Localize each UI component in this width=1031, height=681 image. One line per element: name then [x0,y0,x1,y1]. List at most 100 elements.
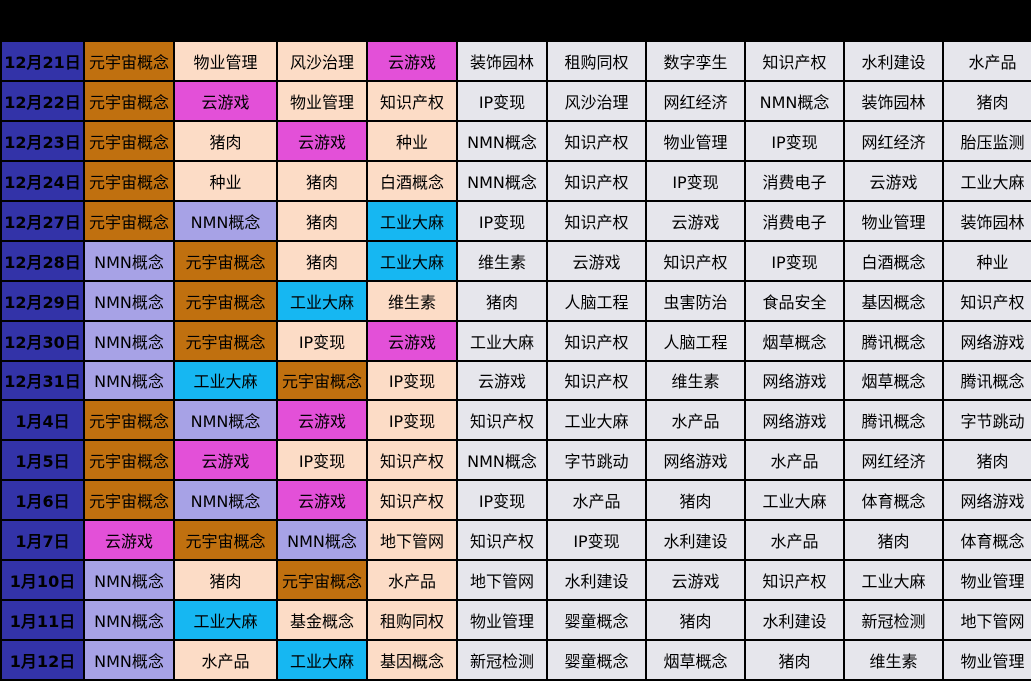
reserve-4-cell: 知识产权 [746,561,843,600]
reserve-1-cell: 新冠检测 [458,641,546,679]
header-reserve-1: 预备赛道 [458,2,546,40]
reserve-1-cell: NMN概念 [458,441,546,480]
header-reserve-3: 预备赛道 [647,2,744,40]
header-date: 日期 [2,2,83,40]
track-2-cell: 元宇宙概念 [175,281,276,320]
reserve-6-cell: 腾讯概念 [944,361,1031,400]
reserve-5-cell: 体育概念 [845,481,942,520]
track-3-cell: 云游戏 [278,401,366,440]
table-row: 12月22日 元宇宙概念 云游戏 物业管理 知识产权 IP变现 风沙治理 网红经济 NMN概念装… [2,81,1031,120]
reserve-2-cell: 租购同权 [548,42,645,80]
date-cell: 1月7日 [2,521,83,560]
reserve-2-cell: 水利建设 [548,561,645,600]
date-cell: 1月6日 [2,481,83,520]
header-track-3: 赛道3 [278,2,366,40]
reserve-6-cell: 猪肉 [944,81,1031,120]
reserve-5-cell: 云游戏 [845,161,942,200]
track-4-cell: 知识产权 [368,481,456,520]
header-row: 日期 赛道1 赛道2 赛道3 赛道4 预备赛道 预备赛道 预备赛道 预备赛道 预… [2,2,1031,40]
table-row: 1月6日 元宇宙概念 NMN概念 云游戏 知识产权 IP变现 水产品 猪肉 工业大麻 体育概念 网络… [2,481,1031,520]
reserve-4-cell: 水产品 [746,441,843,480]
table-row: 12月21日 元宇宙概念 物业管理 风沙治理 云游戏 装饰园林 租购同权 数字孪生 知识产权 水利… [2,42,1031,80]
table-row: 12月28日 NMN概念 元宇宙概念 猪肉 工业大麻 维生素 云游戏 知识产权 IP变现 白酒概念… [2,241,1031,280]
reserve-1-cell: 地下管网 [458,561,546,600]
track-2-cell: 猪肉 [175,561,276,600]
date-cell: 12月22日 [2,81,83,120]
track-1-cell: 元宇宙概念 [85,42,173,80]
reserve-3-cell: 维生素 [647,361,744,400]
reserve-2-cell: 知识产权 [548,201,645,240]
date-cell: 12月27日 [2,201,83,240]
track-1-cell: NMN概念 [85,281,173,320]
reserve-3-cell: 云游戏 [647,561,744,600]
reserve-5-cell: 网红经济 [845,121,942,160]
track-1-cell: 元宇宙概念 [85,161,173,200]
reserve-1-cell: 工业大麻 [458,321,546,360]
track-4-cell: 白酒概念 [368,161,456,200]
header-reserve-6: 预备赛道 [944,2,1031,40]
reserve-3-cell: 知识产权 [647,241,744,280]
reserve-4-cell: IP变现 [746,121,843,160]
table-body: 12月21日 元宇宙概念 物业管理 风沙治理 云游戏 装饰园林 租购同权 数字孪生 知识产权 水利… [2,42,1031,679]
header-reserve-4: 预备赛道 [746,2,843,40]
reserve-3-cell: 数字孪生 [647,42,744,80]
reserve-1-cell: IP变现 [458,201,546,240]
reserve-3-cell: IP变现 [647,161,744,200]
reserve-6-cell: 物业管理 [944,561,1031,600]
date-cell: 12月24日 [2,161,83,200]
reserve-4-cell: IP变现 [746,241,843,280]
track-1-cell: NMN概念 [85,561,173,600]
header-reserve-5: 预备赛道 [845,2,942,40]
table-row: 1月5日 元宇宙概念 云游戏 IP变现 知识产权 NMN概念 字节跳动 网络游戏 水产品 网红经济… [2,441,1031,480]
reserve-5-cell: 维生素 [845,641,942,679]
reserve-6-cell: 水产品 [944,42,1031,80]
reserve-4-cell: 水利建设 [746,601,843,640]
date-cell: 12月23日 [2,121,83,160]
table-row: 1月12日 NMN概念 水产品 工业大麻 基因概念 新冠检测 婴童概念 烟草概念 猪肉 维生素 物业… [2,641,1031,679]
track-3-cell: 猪肉 [278,241,366,280]
table-row: 12月31日 NMN概念 工业大麻 元宇宙概念 IP变现 云游戏 知识产权 维生素 网络游戏 烟草… [2,361,1031,400]
date-cell: 1月4日 [2,401,83,440]
reserve-6-cell: 装饰园林 [944,201,1031,240]
reserve-6-cell: 知识产权 [944,281,1031,320]
track-4-cell: IP变现 [368,361,456,400]
table-row: 1月11日 NMN概念 工业大麻 基金概念 租购同权 物业管理 婴童概念 猪肉 水利建设 新冠检测… [2,601,1031,640]
track-1-cell: NMN概念 [85,241,173,280]
reserve-4-cell: 食品安全 [746,281,843,320]
track-4-cell: 水产品 [368,561,456,600]
track-1-cell: NMN概念 [85,361,173,400]
track-2-cell: 工业大麻 [175,361,276,400]
reserve-1-cell: 猪肉 [458,281,546,320]
track-3-cell: 物业管理 [278,81,366,120]
reserve-4-cell: 消费电子 [746,201,843,240]
track-3-cell: IP变现 [278,441,366,480]
reserve-5-cell: 物业管理 [845,201,942,240]
track-1-cell: NMN概念 [85,321,173,360]
reserve-3-cell: 猪肉 [647,481,744,520]
date-cell: 12月21日 [2,42,83,80]
track-1-cell: 元宇宙概念 [85,121,173,160]
reserve-6-cell: 胎压监测 [944,121,1031,160]
track-4-cell: 知识产权 [368,441,456,480]
track-1-cell: 元宇宙概念 [85,401,173,440]
reserve-4-cell: 网络游戏 [746,401,843,440]
header-track-1: 赛道1 [85,2,173,40]
reserve-1-cell: NMN概念 [458,161,546,200]
track-3-cell: 云游戏 [278,481,366,520]
track-4-cell: 租购同权 [368,601,456,640]
track-3-cell: 猪肉 [278,201,366,240]
track-2-cell: 水产品 [175,641,276,679]
track-1-cell: NMN概念 [85,601,173,640]
track-3-cell: 云游戏 [278,121,366,160]
sector-rotation-table: 日期 赛道1 赛道2 赛道3 赛道4 预备赛道 预备赛道 预备赛道 预备赛道 预… [0,0,1031,681]
date-cell: 1月10日 [2,561,83,600]
reserve-4-cell: NMN概念 [746,81,843,120]
track-3-cell: IP变现 [278,321,366,360]
reserve-1-cell: 云游戏 [458,361,546,400]
track-4-cell: 地下管网 [368,521,456,560]
reserve-2-cell: 知识产权 [548,121,645,160]
track-4-cell: 知识产权 [368,81,456,120]
track-1-cell: 元宇宙概念 [85,481,173,520]
reserve-3-cell: 物业管理 [647,121,744,160]
track-1-cell: 元宇宙概念 [85,201,173,240]
